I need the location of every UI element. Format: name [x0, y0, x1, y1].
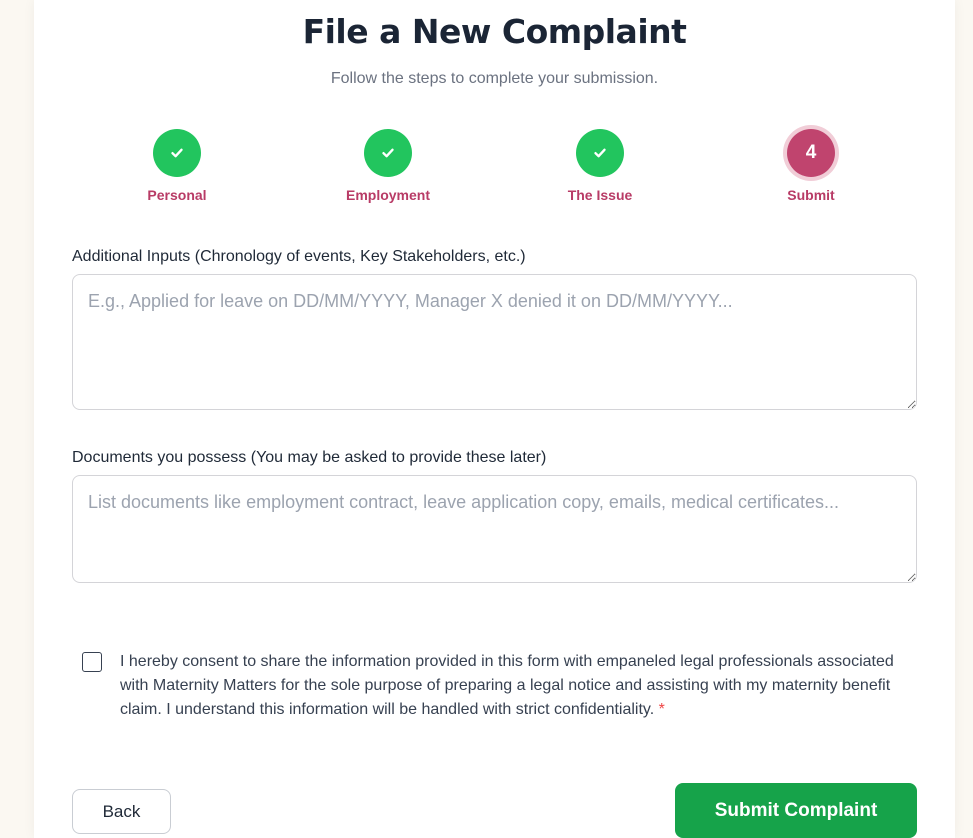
- consent-text: I hereby consent to share the informatio…: [120, 650, 910, 722]
- step-employment-label: Employment: [345, 187, 430, 203]
- step-submit: 4 Submit: [741, 129, 881, 203]
- step-the-issue: The Issue: [530, 129, 670, 203]
- step-personal: Personal: [107, 129, 247, 203]
- step-submit-circle: 4: [787, 129, 835, 177]
- check-icon: [594, 148, 606, 158]
- submit-complaint-button[interactable]: Submit Complaint: [675, 783, 917, 838]
- step-submit-number: 4: [805, 142, 817, 163]
- step-personal-label: Personal: [147, 187, 207, 203]
- page-title: File a New Complaint: [302, 12, 687, 51]
- progress-stepper: Personal Employment The Issue 4 Submit: [34, 129, 955, 209]
- additional-inputs-label: Additional Inputs (Chronology of events,…: [72, 248, 526, 265]
- complaint-form-card: File a New Complaint Follow the steps to…: [34, 0, 955, 838]
- consent-statement: I hereby consent to share the informatio…: [120, 653, 894, 718]
- consent-checkbox[interactable]: [82, 652, 102, 672]
- documents-textarea[interactable]: [72, 475, 917, 583]
- step-submit-label: Submit: [787, 187, 835, 203]
- back-button[interactable]: Back: [72, 789, 171, 834]
- documents-label: Documents you possess (You may be asked …: [72, 449, 547, 466]
- step-the-issue-circle: [576, 129, 624, 177]
- required-marker: *: [658, 701, 665, 718]
- check-icon: [171, 148, 183, 158]
- step-employment: Employment: [318, 129, 458, 203]
- step-the-issue-label: The Issue: [567, 187, 633, 203]
- step-employment-circle: [364, 129, 412, 177]
- page-subtitle: Follow the steps to complete your submis…: [330, 70, 659, 87]
- additional-inputs-textarea[interactable]: [72, 274, 917, 410]
- check-icon: [382, 148, 394, 158]
- step-personal-circle: [153, 129, 201, 177]
